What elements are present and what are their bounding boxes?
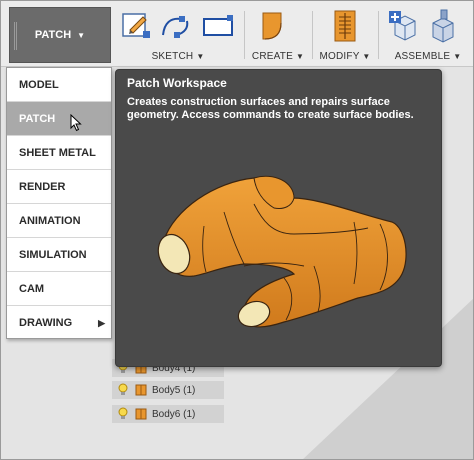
menu-item-render[interactable]: RENDER [7,170,111,204]
workspace-switcher-label: PATCH [34,29,72,41]
menu-item-model[interactable]: MODEL [7,68,111,102]
create-group: CREATE ▼ [247,1,309,67]
body-label: Body5 (1) [152,384,196,396]
patch-model-illustration [157,175,407,328]
body-row[interactable]: Body6 (1) [112,405,224,423]
menu-item-label: PATCH [19,113,56,125]
menu-item-drawing[interactable]: DRAWING ▶ [7,306,111,340]
create-group-label[interactable]: CREATE [252,51,293,62]
menu-item-label: ANIMATION [19,215,81,227]
lightbulb-icon[interactable] [116,407,130,421]
joint-icon[interactable] [427,9,461,43]
workspace-tooltip: Patch Workspace Creates construction sur… [115,69,442,367]
tooltip-title: Patch Workspace [127,76,227,90]
caret-down-icon[interactable]: ▼ [362,52,370,61]
rectangle-icon[interactable] [201,9,235,43]
sketch-group-label[interactable]: SKETCH [152,51,194,62]
toolbar-divider [244,11,245,59]
app-window: PATCH ▼ SKETCH ▼ CREATE ▼ MODIFY ▼ ASSEM… [0,0,474,460]
body-icon [135,408,147,420]
modify-group-label[interactable]: MODIFY [319,51,359,62]
sketch-group: SKETCH ▼ [117,1,239,67]
lightbulb-icon[interactable] [116,383,130,397]
tooltip-description: Creates construction surfaces and repair… [127,96,414,121]
menu-item-label: DRAWING [19,317,73,329]
menu-item-patch[interactable]: PATCH [7,102,111,136]
assemble-group: ASSEMBLE ▼ [381,1,473,67]
caret-down-icon: ▼ [77,30,86,40]
modify-group: MODIFY ▼ [315,1,375,67]
workspace-switcher-button[interactable]: PATCH ▼ [9,7,111,63]
toolbar-divider [312,11,313,59]
menu-item-simulation[interactable]: SIMULATION [7,238,111,272]
menu-item-label: CAM [19,283,45,295]
new-component-icon[interactable] [387,9,421,43]
toolbar: PATCH ▼ SKETCH ▼ CREATE ▼ MODIFY ▼ ASSEM… [1,1,473,67]
body-label: Body6 (1) [152,408,196,420]
arc-icon[interactable] [159,9,193,43]
toolbar-divider [378,11,379,59]
menu-item-label: RENDER [19,181,66,193]
caret-down-icon[interactable]: ▼ [296,52,304,61]
caret-down-icon[interactable]: ▼ [196,52,204,61]
caret-down-icon[interactable]: ▼ [453,52,461,61]
body-icon [135,384,147,396]
assemble-group-label[interactable]: ASSEMBLE [395,51,451,62]
menu-item-label: SHEET METAL [19,147,96,159]
create-sketch-icon[interactable] [119,9,153,43]
menu-item-animation[interactable]: ANIMATION [7,204,111,238]
patch-surface-icon[interactable] [259,9,293,43]
grip-handle [14,22,17,50]
menu-item-sheet-metal[interactable]: SHEET METAL [7,136,111,170]
body-row[interactable]: Body5 (1) [112,381,224,399]
menu-item-cam[interactable]: CAM [7,272,111,306]
menu-item-label: MODEL [19,79,59,91]
thicken-icon[interactable] [329,9,363,43]
menu-item-label: SIMULATION [19,249,87,261]
chevron-right-icon: ▶ [98,318,105,328]
mouse-cursor-icon [70,114,82,132]
workspace-menu: MODEL PATCH SHEET METAL RENDER ANIMATION… [6,67,112,339]
